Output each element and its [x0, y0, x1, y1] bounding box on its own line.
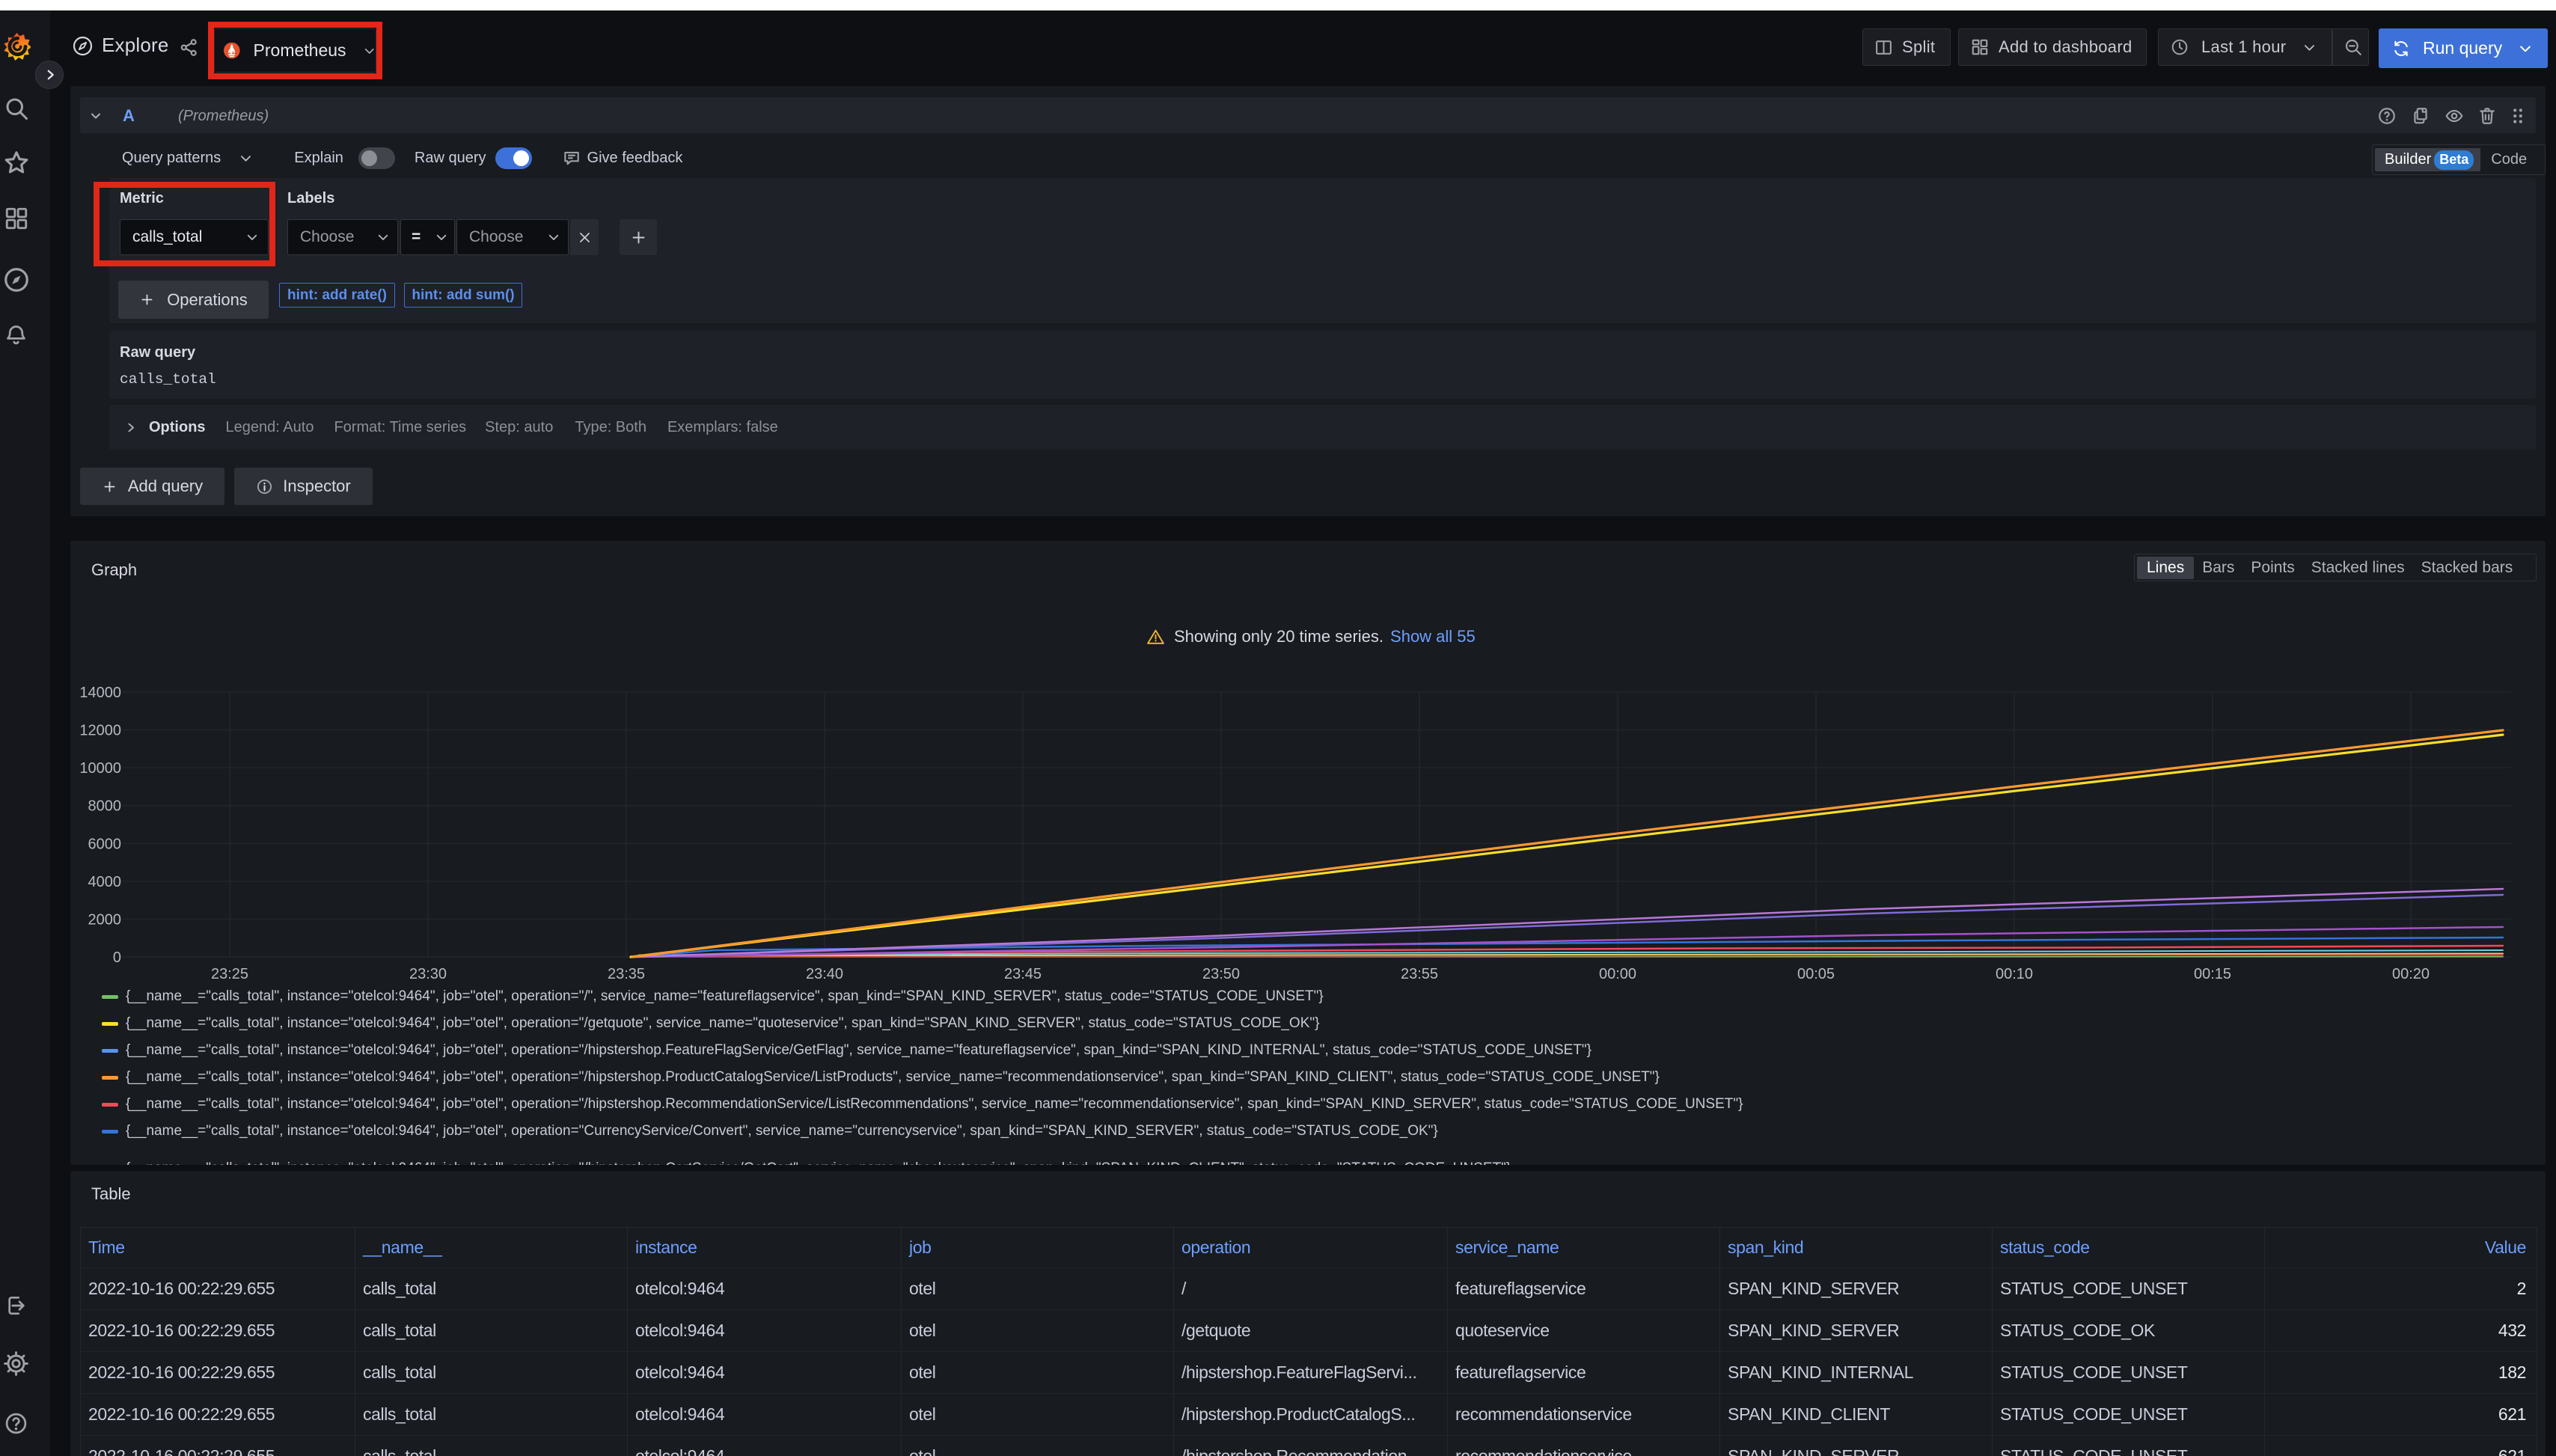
svg-text:23:25: 23:25 [211, 966, 248, 982]
svg-text:00:10: 00:10 [1996, 966, 2033, 982]
svg-text:4000: 4000 [88, 874, 122, 890]
svg-text:23:40: 23:40 [806, 966, 843, 982]
svg-text:00:00: 00:00 [1599, 966, 1636, 982]
svg-text:12000: 12000 [79, 723, 121, 739]
svg-text:23:45: 23:45 [1004, 966, 1042, 982]
svg-text:00:15: 00:15 [2194, 966, 2231, 982]
svg-text:0: 0 [113, 949, 121, 966]
svg-text:23:55: 23:55 [1401, 966, 1438, 982]
svg-text:00:20: 00:20 [2392, 966, 2430, 982]
svg-text:10000: 10000 [79, 760, 121, 777]
svg-text:2000: 2000 [88, 911, 122, 928]
svg-text:23:35: 23:35 [608, 966, 645, 982]
svg-text:14000: 14000 [79, 685, 121, 701]
svg-text:23:30: 23:30 [409, 966, 447, 982]
svg-text:6000: 6000 [88, 836, 122, 852]
svg-text:23:50: 23:50 [1202, 966, 1240, 982]
svg-text:8000: 8000 [88, 798, 122, 815]
svg-text:00:05: 00:05 [1797, 966, 1835, 982]
